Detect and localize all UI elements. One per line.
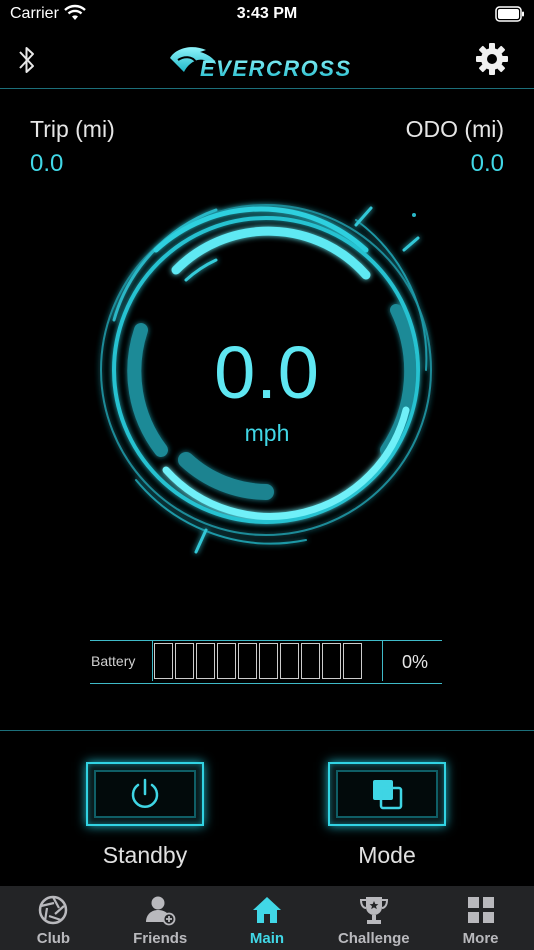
standby-button-frame — [94, 770, 196, 818]
tab-label: Friends — [133, 930, 188, 947]
tab-main[interactable]: Main — [214, 886, 321, 950]
battery-cell — [343, 643, 362, 679]
bluetooth-icon[interactable] — [14, 42, 40, 78]
battery-cell — [196, 643, 215, 679]
settings-gear-icon[interactable] — [474, 41, 510, 77]
battery-cell — [301, 643, 320, 679]
header-divider — [0, 88, 534, 89]
section-divider — [0, 730, 534, 731]
speed-unit: mph — [244, 420, 290, 446]
grid-icon — [467, 897, 494, 923]
standby-button[interactable] — [86, 762, 204, 826]
battery-cell — [238, 643, 257, 679]
mode-button[interactable] — [328, 762, 446, 826]
battery-cell — [280, 643, 299, 679]
tab-label: Main — [249, 930, 285, 947]
aperture-icon — [39, 895, 68, 925]
trip-label: Trip (mi) — [30, 116, 115, 142]
app-header: EVERCROSS — [0, 30, 534, 90]
evercross-logo: EVERCROSS — [170, 47, 352, 81]
battery-cell — [322, 643, 341, 679]
status-bar: Carrier 3:43 PM — [0, 0, 534, 30]
mode-button-frame — [336, 770, 438, 818]
standby-label: Standby — [102, 842, 188, 868]
layers-icon — [373, 780, 403, 810]
tab-bar: Club Friends Main Challenge More — [0, 886, 534, 950]
battery-cell — [175, 643, 194, 679]
mode-label: Mode — [358, 842, 416, 868]
battery-cell — [154, 643, 173, 679]
trip-value: 0.0 — [30, 150, 64, 177]
tab-challenge[interactable]: Challenge — [320, 886, 427, 950]
home-icon — [252, 897, 281, 923]
odo-value: 0.0 — [470, 150, 504, 177]
power-icon — [131, 778, 159, 808]
tab-label: Challenge — [337, 930, 410, 947]
svg-text:EVERCROSS: EVERCROSS — [200, 56, 352, 81]
tab-label: Club — [36, 930, 71, 947]
odo-label: ODO (mi) — [405, 116, 504, 142]
battery-label: Battery — [91, 653, 136, 669]
clock: 3:43 PM — [236, 5, 298, 22]
trophy-icon — [359, 897, 388, 924]
tab-friends[interactable]: Friends — [107, 886, 214, 950]
battery-cell — [217, 643, 236, 679]
tab-label: More — [462, 930, 499, 947]
speed-value: 0.0 — [214, 331, 320, 414]
battery-cells — [152, 641, 383, 681]
device-battery-icon — [495, 6, 524, 22]
battery-percent: 0% — [401, 652, 428, 672]
add-friend-icon — [146, 896, 176, 926]
battery-meter: Battery 0% — [90, 640, 442, 684]
tab-more[interactable]: More — [427, 886, 534, 950]
battery-cell — [259, 643, 278, 679]
tab-club[interactable]: Club — [0, 886, 107, 950]
